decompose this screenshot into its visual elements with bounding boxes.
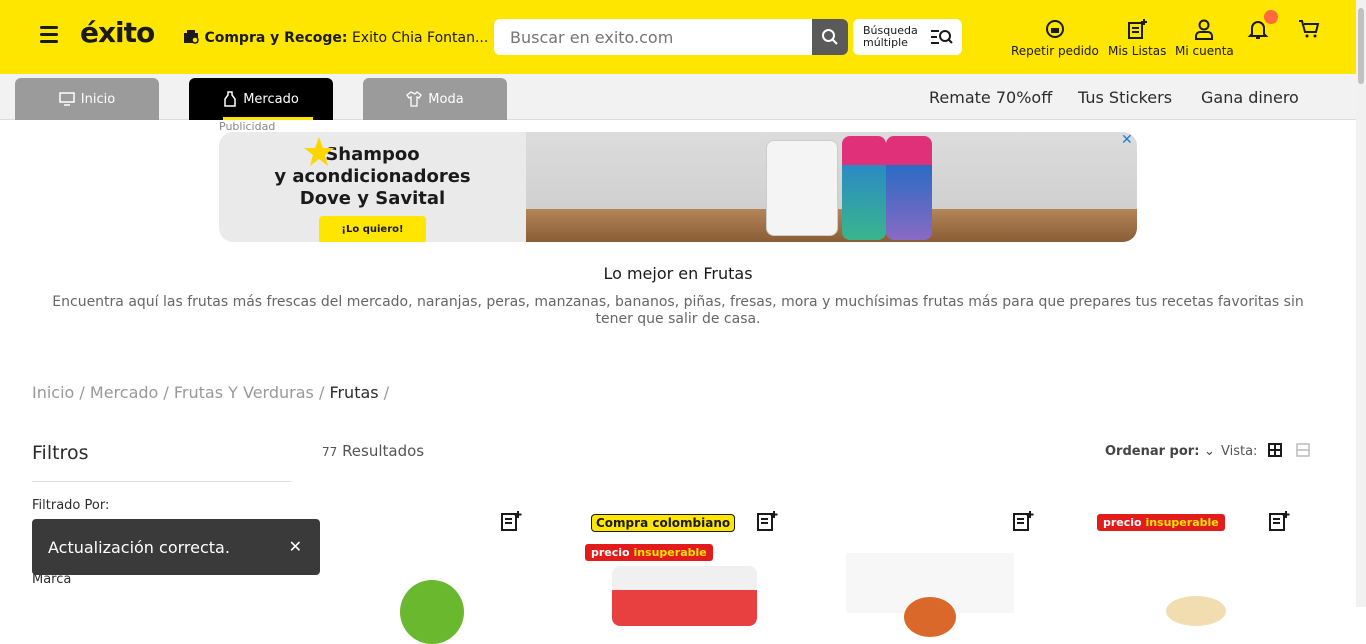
dove-product-image bbox=[766, 140, 838, 236]
ad-line-2: y acondicionadores bbox=[274, 166, 471, 187]
ad-text: Shampoo y acondicionadores Dove y Savita… bbox=[219, 132, 526, 242]
pickup-store-name: Exito Chia Fontan... bbox=[351, 30, 489, 46]
account-icon bbox=[1195, 19, 1214, 40]
view-label: Vista: bbox=[1221, 444, 1258, 459]
category-description: Encuentra aquí las frutas más frescas de… bbox=[52, 294, 1304, 327]
results-number: 77 bbox=[322, 445, 338, 459]
my-account-label: Mi cuenta bbox=[1175, 44, 1234, 58]
add-to-list-icon[interactable] bbox=[756, 510, 778, 532]
breadcrumb-frutas-verduras[interactable]: Frutas Y Verduras bbox=[174, 383, 314, 402]
ad-line-1: Shampoo bbox=[325, 144, 420, 165]
close-icon[interactable]: ✕ bbox=[289, 537, 302, 556]
badge-word-2: insuperable bbox=[1145, 516, 1219, 529]
product-package-image[interactable] bbox=[612, 566, 757, 626]
monitor-icon bbox=[59, 92, 75, 106]
results-count: 77 Resultados bbox=[322, 442, 424, 460]
repeat-order-label: Repetir pedido bbox=[1011, 44, 1099, 58]
repeat-order-button[interactable]: Repetir pedido bbox=[1011, 18, 1099, 58]
breadcrumb-frutas: Frutas bbox=[329, 383, 379, 402]
cart-icon bbox=[1299, 20, 1320, 38]
tab-inicio[interactable]: Inicio bbox=[15, 78, 159, 120]
exito-logo[interactable]: éxito bbox=[80, 16, 155, 49]
add-to-list-icon[interactable] bbox=[1268, 510, 1290, 532]
ad-cta-button[interactable]: ¡Lo quiero! bbox=[319, 216, 426, 242]
product-image[interactable] bbox=[846, 553, 1014, 637]
tab-moda-label: Moda bbox=[428, 91, 464, 107]
product-image[interactable] bbox=[1166, 596, 1226, 626]
tab-inicio-label: Inicio bbox=[80, 91, 116, 107]
badge-word-1: precio bbox=[591, 546, 630, 559]
breadcrumb-mercado[interactable]: Mercado bbox=[90, 383, 158, 402]
search-icon bbox=[822, 29, 838, 45]
scrollbar[interactable] bbox=[1356, 0, 1366, 607]
view-toggle: Vista: bbox=[1221, 443, 1310, 459]
pickup-label: Compra y Recoge: bbox=[204, 30, 348, 46]
results-label: Resultados bbox=[342, 442, 425, 460]
chevron-down-icon: ⌄ bbox=[1203, 444, 1215, 459]
header: éxito Compra y Recoge: Exito Chia Fontan… bbox=[0, 0, 1366, 74]
breadcrumb-inicio[interactable]: Inicio bbox=[32, 383, 74, 402]
my-lists-button[interactable]: Mis Listas bbox=[1108, 18, 1166, 58]
search-button[interactable] bbox=[812, 19, 848, 55]
grid-view-icon[interactable] bbox=[1267, 443, 1282, 457]
ad-product-photo bbox=[526, 132, 1137, 242]
savital-product-image bbox=[842, 136, 886, 240]
lists-icon bbox=[1128, 19, 1148, 39]
filters-title: Filtros bbox=[32, 442, 89, 464]
shirt-icon bbox=[406, 91, 423, 107]
bottle-icon bbox=[224, 91, 236, 107]
filters-divider bbox=[32, 481, 291, 482]
store-icon bbox=[182, 30, 204, 46]
lime-product-image[interactable] bbox=[400, 580, 464, 644]
badge-word-2: insuperable bbox=[633, 546, 707, 559]
tab-moda[interactable]: Moda bbox=[363, 78, 507, 120]
badge-word-1: precio bbox=[1103, 516, 1142, 529]
pickup-store-selector[interactable]: Compra y Recoge: Exito Chia Fontan... › bbox=[182, 28, 498, 46]
sort-dropdown[interactable]: Ordenar por: ⌄ bbox=[1105, 444, 1215, 459]
nav-link-stickers[interactable]: Tus Stickers bbox=[1078, 88, 1172, 107]
add-to-list-icon[interactable] bbox=[500, 510, 522, 532]
ad-banner[interactable]: Shampoo y acondicionadores Dove y Savita… bbox=[219, 132, 1137, 242]
category-title: Lo mejor en Frutas bbox=[603, 264, 753, 283]
toast-message: Actualización correcta. bbox=[48, 538, 230, 557]
ad-line-3: Dove y Savital bbox=[299, 188, 446, 209]
toast-notification: Actualización correcta. ✕ bbox=[32, 519, 320, 575]
nav-link-remate[interactable]: Remate 70%off bbox=[929, 88, 1052, 107]
hamburger-menu-icon[interactable] bbox=[40, 26, 58, 44]
unbeatable-price-badge: precio insuperable bbox=[1097, 514, 1225, 531]
add-to-list-icon[interactable] bbox=[1012, 510, 1034, 532]
breadcrumb: Inicio / Mercado / Frutas Y Verduras / F… bbox=[32, 383, 390, 402]
tab-mercado-label: Mercado bbox=[243, 91, 299, 107]
colombian-badge: Compra colombiano bbox=[591, 514, 736, 532]
sort-label: Ordenar por: bbox=[1105, 444, 1200, 459]
cart-button[interactable] bbox=[1298, 18, 1320, 44]
filtered-by-label: Filtrado Por: bbox=[32, 498, 110, 513]
list-search-icon bbox=[931, 30, 953, 44]
list-view-icon[interactable] bbox=[1295, 443, 1310, 457]
star-icon bbox=[304, 137, 334, 166]
scrollbar-thumb[interactable] bbox=[1358, 8, 1364, 84]
tab-mercado[interactable]: Mercado bbox=[189, 78, 333, 120]
search-bar bbox=[494, 19, 848, 55]
nav-link-gana-dinero[interactable]: Gana dinero bbox=[1201, 88, 1299, 107]
ad-close-icon[interactable]: ✕ bbox=[1121, 132, 1133, 148]
notification-dot bbox=[1264, 10, 1278, 24]
repeat-order-icon bbox=[1045, 20, 1064, 38]
search-input[interactable] bbox=[494, 19, 812, 55]
my-account-button[interactable]: Mi cuenta bbox=[1175, 18, 1234, 58]
unbeatable-price-badge: precio insuperable bbox=[585, 544, 713, 561]
multi-search-button[interactable]: Búsqueda múltiple bbox=[853, 19, 962, 55]
savital-product-image-2 bbox=[886, 136, 932, 240]
my-lists-label: Mis Listas bbox=[1108, 44, 1167, 58]
